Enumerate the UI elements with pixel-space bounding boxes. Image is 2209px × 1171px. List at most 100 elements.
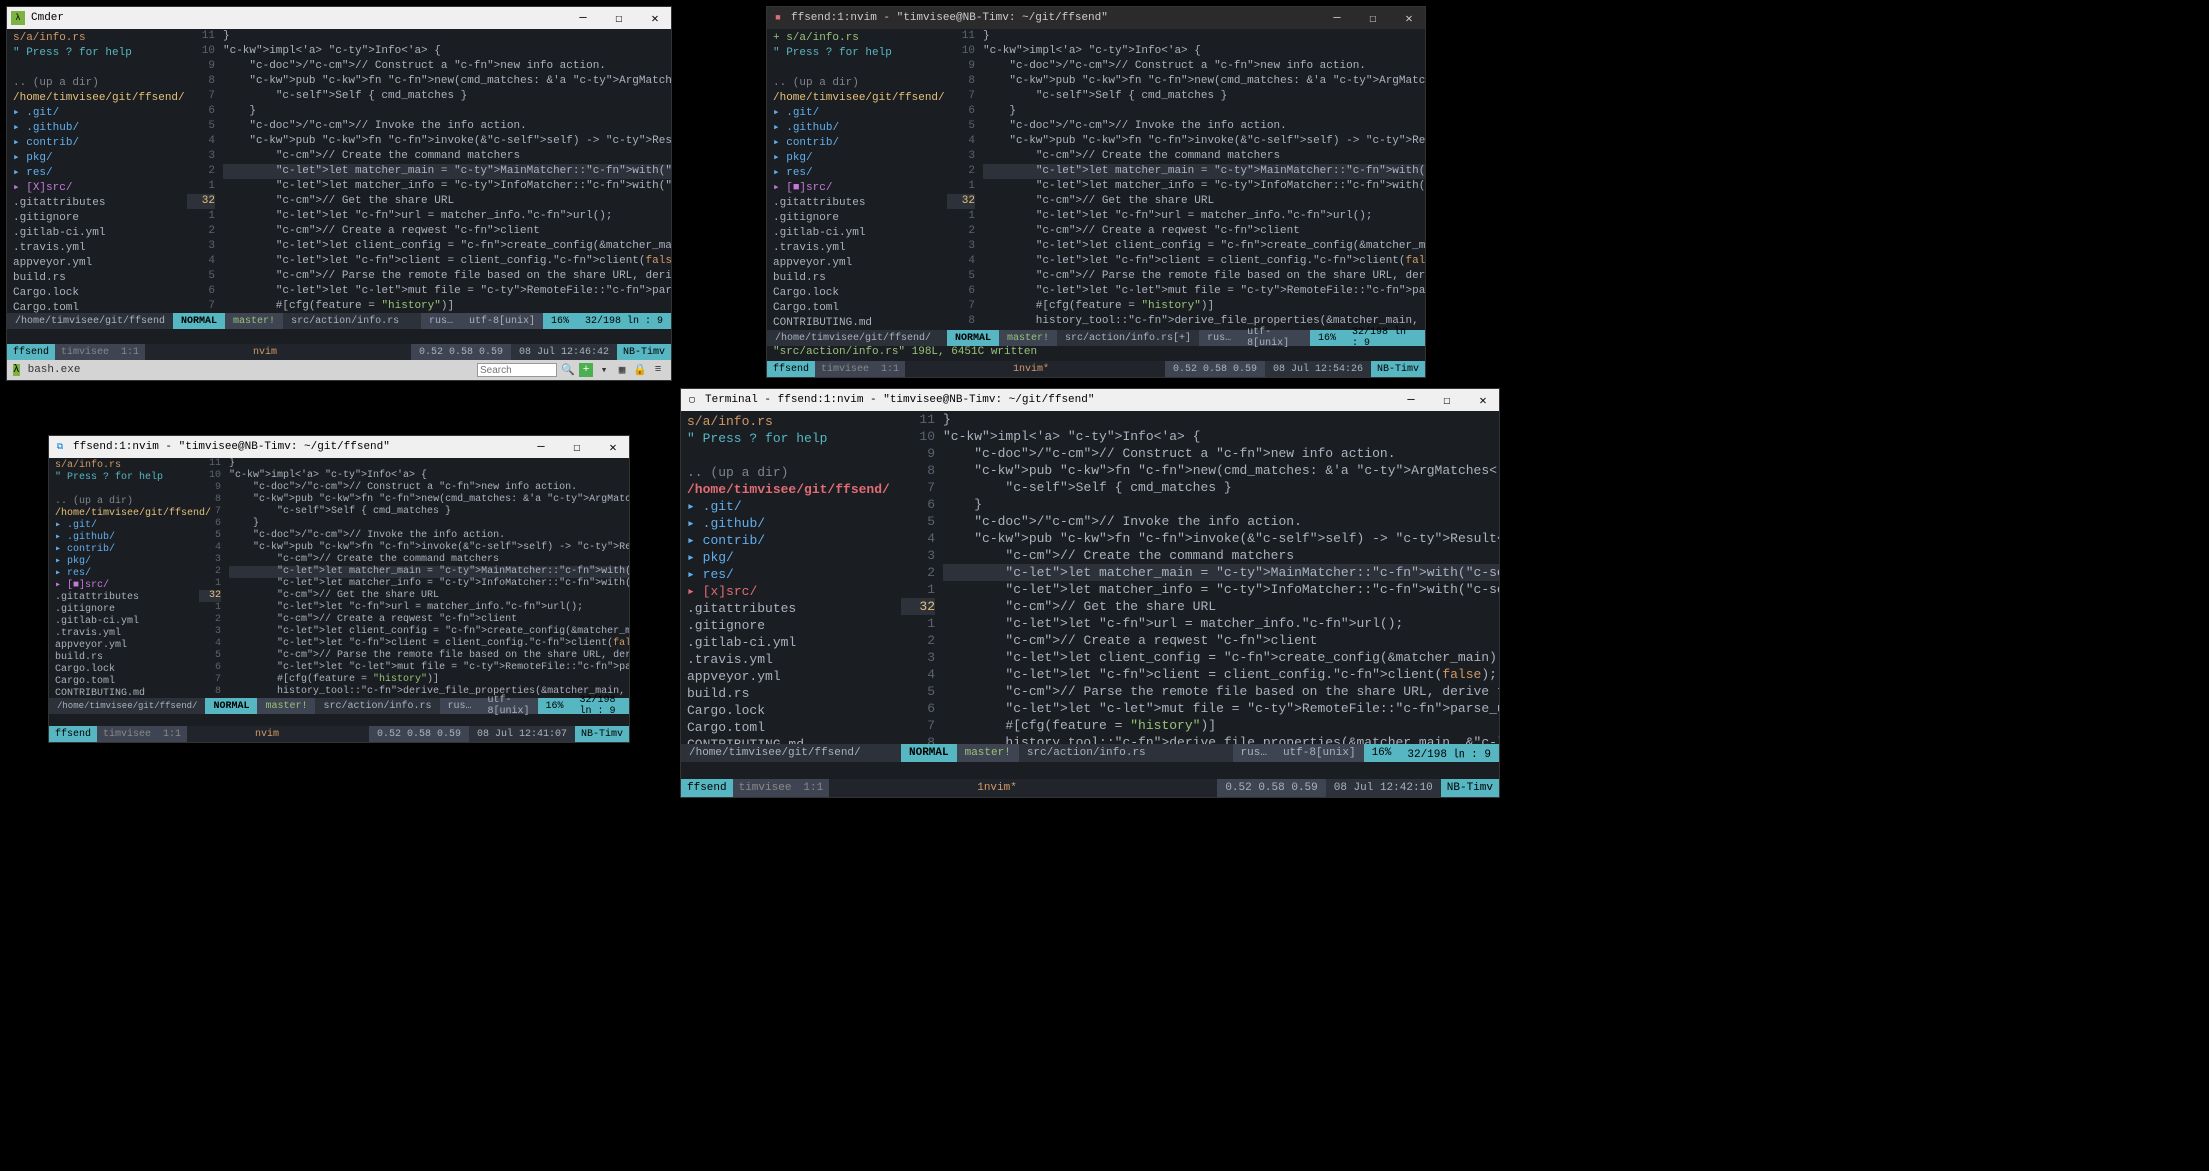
maximize-button[interactable]: ☐ [1435, 393, 1459, 408]
dir-item[interactable]: ▸ res/ [13, 166, 181, 181]
add-tab-icon[interactable]: + [579, 363, 593, 377]
code-editor[interactable]: }"c-kw">impl<'a> "c-ty">Info<'a> { "c-do… [983, 29, 1425, 330]
file-item[interactable]: .travis.yml [13, 241, 181, 256]
tmux-window[interactable]: timvisee [733, 779, 798, 797]
code-editor[interactable]: }"c-kw">impl<'a> "c-ty">Info<'a> { "c-do… [943, 411, 1499, 744]
tmux-session[interactable]: ffsend [767, 361, 815, 377]
code-editor[interactable]: }"c-kw">impl<'a> "c-ty">Info<'a> { "c-do… [223, 29, 671, 313]
cwd[interactable]: /home/timvisee/git/ffsend/ [13, 91, 181, 106]
minimize-button[interactable]: ─ [1325, 11, 1349, 26]
titlebar[interactable]: ■ ffsend:1:nvim - "timvisee@NB-Timv: ~/g… [767, 7, 1425, 29]
dir-item[interactable]: ▸ res/ [55, 568, 193, 580]
nerdtree-sidebar[interactable]: s/a/info.rs " Press ? for help .. (up a … [681, 411, 901, 744]
menu-icon[interactable]: ≡ [651, 363, 665, 377]
up-dir[interactable]: .. (up a dir) [773, 76, 941, 91]
file-item[interactable]: Cargo.lock [773, 286, 941, 301]
file-item[interactable]: .travis.yml [687, 651, 895, 668]
file-item[interactable]: .gitignore [773, 211, 941, 226]
file-item[interactable]: .gitattributes [13, 196, 181, 211]
grid-icon[interactable]: ▦ [615, 363, 629, 377]
file-item[interactable]: appveyor.yml [687, 668, 895, 685]
file-item[interactable]: CONTRIBUTING.md [55, 688, 193, 698]
file-item[interactable]: .gitattributes [773, 196, 941, 211]
dir-item[interactable]: ▸ contrib/ [773, 136, 941, 151]
close-button[interactable]: ✕ [1471, 393, 1495, 408]
dir-item[interactable]: ▸ contrib/ [55, 544, 193, 556]
file-item[interactable]: .gitattributes [687, 600, 895, 617]
dir-item[interactable]: ▸ res/ [687, 566, 895, 583]
up-dir[interactable]: .. (up a dir) [13, 76, 181, 91]
dir-item[interactable]: ▸ pkg/ [687, 549, 895, 566]
nerdtree-sidebar[interactable]: + s/a/info.rs " Press ? for help .. (up … [767, 29, 947, 330]
dir-item[interactable]: ▸ .git/ [773, 106, 941, 121]
titlebar[interactable]: λ Cmder ─ ☐ ✕ [7, 7, 671, 29]
dir-item[interactable]: ▸ pkg/ [13, 151, 181, 166]
src-collapsed[interactable]: ▸ [x]src/ [687, 583, 895, 600]
file-item[interactable]: .travis.yml [773, 241, 941, 256]
minimize-button[interactable]: ─ [571, 11, 595, 26]
maximize-button[interactable]: ☐ [565, 440, 589, 455]
file-item[interactable]: .gitlab-ci.yml [13, 226, 181, 241]
tmux-window[interactable]: timvisee [55, 344, 115, 360]
titlebar[interactable]: ▢ Terminal - ffsend:1:nvim - "timvisee@N… [681, 389, 1499, 411]
search-icon[interactable]: 🔍 [561, 363, 575, 377]
dir-item[interactable]: ▸ pkg/ [55, 556, 193, 568]
lock-icon[interactable]: 🔒 [633, 363, 647, 377]
dir-item[interactable]: ▸ contrib/ [687, 532, 895, 549]
dir-item[interactable]: ▸ .github/ [773, 121, 941, 136]
file-item[interactable]: .gitlab-ci.yml [55, 616, 193, 628]
file-item[interactable]: Cargo.toml [687, 719, 895, 736]
search-input[interactable] [477, 363, 557, 377]
file-item[interactable]: .travis.yml [55, 628, 193, 640]
file-item[interactable]: appveyor.yml [55, 640, 193, 652]
dir-item[interactable]: ▸ .git/ [687, 498, 895, 515]
file-item[interactable]: Cargo.toml [55, 676, 193, 688]
tmux-session[interactable]: ffsend [7, 344, 55, 360]
dir-item[interactable]: ▸ .github/ [687, 515, 895, 532]
dir-item[interactable]: ▸ res/ [773, 166, 941, 181]
terminal-content[interactable]: s/a/info.rs " Press ? for help .. (up a … [681, 411, 1499, 797]
file-item[interactable]: Cargo.lock [55, 664, 193, 676]
maximize-button[interactable]: ☐ [1361, 11, 1385, 26]
file-item[interactable]: CONTRIBUTING.md [687, 736, 895, 744]
dir-item[interactable]: ▸ .github/ [13, 121, 181, 136]
cwd[interactable]: /home/timvisee/git/ffsend/ [773, 91, 941, 106]
file-item[interactable]: build.rs [687, 685, 895, 702]
file-item[interactable]: CONTRIBUTING.md [773, 316, 941, 330]
terminal-content[interactable]: s/a/info.rs " Press ? for help .. (up a … [49, 458, 629, 742]
src-collapsed[interactable]: ▸ [■]src/ [55, 580, 193, 592]
nerdtree-sidebar[interactable]: s/a/info.rs " Press ? for help .. (up a … [49, 458, 199, 698]
cmder-tabbar[interactable]: λ bash.exe 🔍 + ▾ ▦ 🔒 ≡ [7, 360, 671, 380]
file-item[interactable]: .gitignore [13, 211, 181, 226]
file-item[interactable]: build.rs [773, 271, 941, 286]
file-item[interactable]: Cargo.lock [13, 286, 181, 301]
file-item[interactable]: appveyor.yml [773, 256, 941, 271]
dir-item[interactable]: ▸ pkg/ [773, 151, 941, 166]
src-collapsed[interactable]: ▸ [■]src/ [773, 181, 941, 196]
src-collapsed[interactable]: ▸ [X]src/ [13, 181, 181, 196]
file-item[interactable]: build.rs [13, 271, 181, 286]
close-button[interactable]: ✕ [1397, 11, 1421, 26]
dir-item[interactable]: ▸ .github/ [55, 532, 193, 544]
file-item[interactable]: .gitignore [55, 604, 193, 616]
file-item[interactable]: .gitlab-ci.yml [773, 226, 941, 241]
file-item[interactable]: .gitattributes [55, 592, 193, 604]
file-item[interactable]: Cargo.toml [773, 301, 941, 316]
titlebar[interactable]: ⧉ ffsend:1:nvim - "timvisee@NB-Timv: ~/g… [49, 436, 629, 458]
cwd[interactable]: /home/timvisee/git/ffsend/ [687, 481, 895, 498]
file-item[interactable]: Cargo.lock [687, 702, 895, 719]
tab-label[interactable]: bash.exe [20, 362, 89, 378]
tmux-session[interactable]: ffsend [681, 779, 733, 797]
dir-item[interactable]: ▸ .git/ [13, 106, 181, 121]
file-item[interactable]: .gitignore [687, 617, 895, 634]
file-item[interactable]: build.rs [55, 652, 193, 664]
tmux-window[interactable]: timvisee [97, 726, 157, 742]
dropdown-icon[interactable]: ▾ [597, 363, 611, 377]
code-editor[interactable]: }"c-kw">impl<'a> "c-ty">Info<'a> { "c-do… [229, 458, 629, 698]
file-item[interactable]: Cargo.toml [13, 301, 181, 313]
terminal-content[interactable]: + s/a/info.rs " Press ? for help .. (up … [767, 29, 1425, 377]
file-item[interactable]: .gitlab-ci.yml [687, 634, 895, 651]
minimize-button[interactable]: ─ [1399, 393, 1423, 408]
up-dir[interactable]: .. (up a dir) [55, 496, 193, 508]
dir-item[interactable]: ▸ contrib/ [13, 136, 181, 151]
